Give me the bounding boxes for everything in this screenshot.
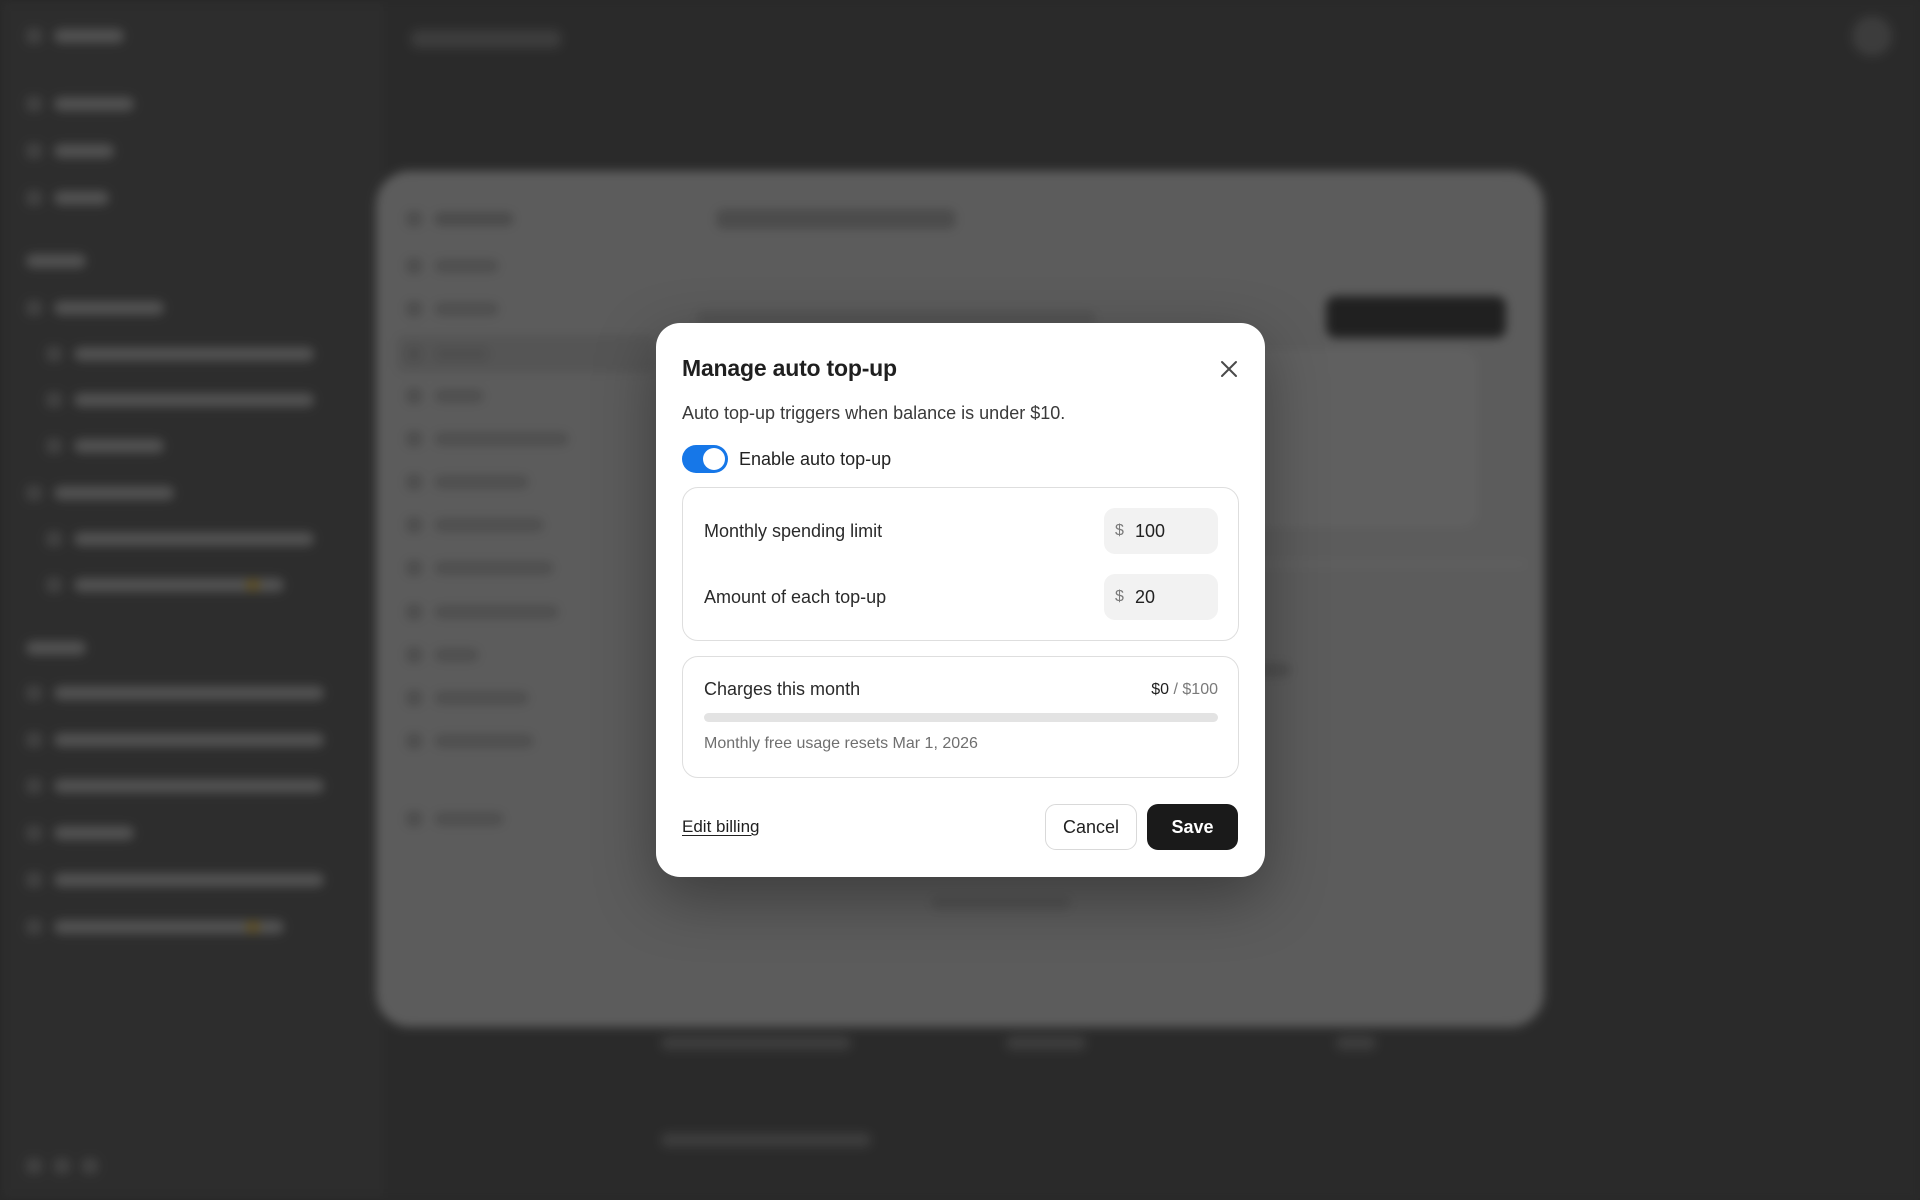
close-button[interactable] (1217, 357, 1241, 381)
save-button[interactable]: Save (1147, 804, 1238, 850)
enable-auto-topup-label: Enable auto top-up (739, 448, 892, 469)
monthly-limit-row: Monthly spending limit $ (704, 508, 1218, 554)
limits-card: Monthly spending limit $ Amount of each … (682, 487, 1239, 641)
edit-billing-link[interactable]: Edit billing (682, 817, 760, 837)
charges-amount: $0 / $100 (1151, 681, 1218, 699)
topup-amount-field[interactable]: $ (1104, 574, 1218, 620)
charges-limit: $100 (1182, 681, 1218, 698)
monthly-limit-field[interactable]: $ (1104, 508, 1218, 554)
dialog-subtitle: Auto top-up triggers when balance is und… (682, 403, 1066, 423)
charges-label: Charges this month (704, 679, 861, 699)
enable-auto-topup-toggle[interactable] (682, 445, 728, 473)
currency-prefix: $ (1115, 588, 1124, 605)
dialog-title: Manage auto top-up (682, 355, 897, 381)
charges-current: $0 (1151, 681, 1170, 698)
charges-separator: / (1169, 681, 1183, 698)
cancel-button[interactable]: Cancel (1045, 804, 1137, 850)
close-icon (1221, 361, 1237, 377)
auto-topup-dialog: Manage auto top-up Auto top-up triggers … (656, 323, 1265, 877)
monthly-limit-label: Monthly spending limit (704, 520, 883, 541)
monthly-limit-input[interactable] (1135, 520, 1205, 542)
topup-amount-row: Amount of each top-up $ (704, 574, 1218, 620)
enable-auto-topup-row: Enable auto top-up (682, 445, 891, 473)
toggle-knob (703, 448, 725, 470)
currency-prefix: $ (1115, 522, 1124, 539)
charges-card: Charges this month $0 / $100 Monthly fre… (682, 656, 1239, 778)
free-usage-reset-note: Monthly free usage resets Mar 1, 2026 (704, 735, 978, 752)
topup-amount-label: Amount of each top-up (704, 586, 887, 607)
topup-amount-input[interactable] (1135, 586, 1205, 608)
charges-progress-bar (704, 713, 1218, 722)
